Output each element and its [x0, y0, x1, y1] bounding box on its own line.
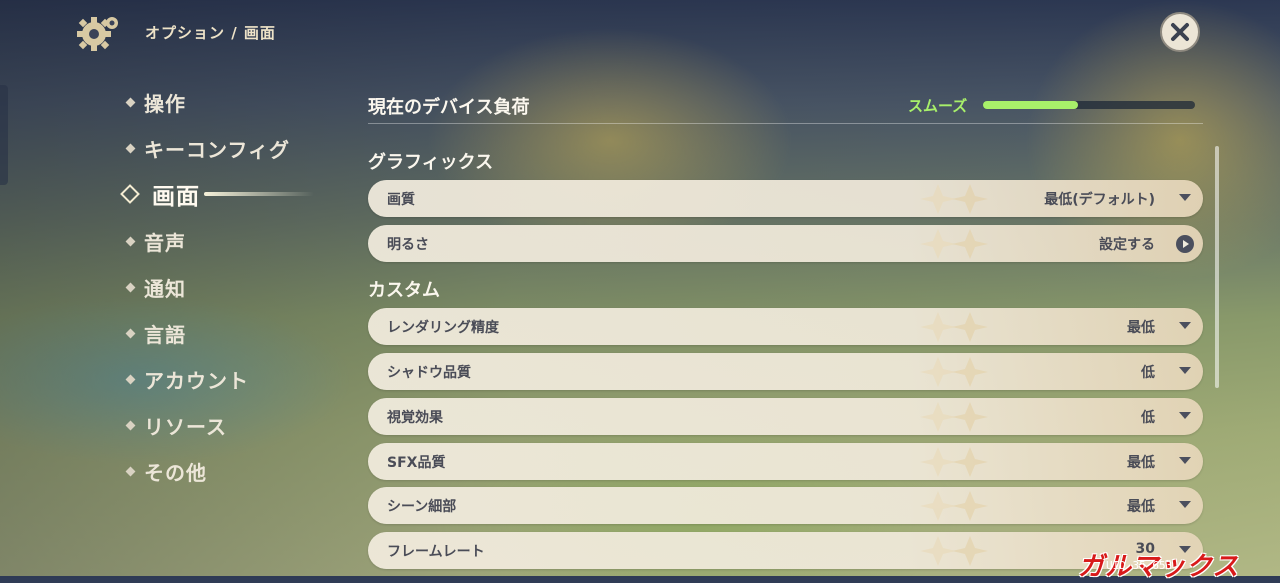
close-icon	[1171, 23, 1189, 41]
setting-label: 視覚効果	[387, 410, 443, 426]
setting-row-quality[interactable]: 画質 最低(デフォルト)	[368, 180, 1203, 217]
sidebar-item-account[interactable]: アカウント	[120, 363, 249, 395]
sidebar-item-controls[interactable]: 操作	[120, 86, 186, 118]
setting-value: 最低	[1127, 320, 1155, 336]
diamond-selected-icon	[120, 184, 140, 204]
section-heading-custom: カスタム	[368, 280, 440, 301]
dropdown-caret-icon[interactable]	[1179, 457, 1191, 464]
setting-row-scene-detail[interactable]: シーン細部 最低	[368, 487, 1203, 524]
diamond-bullet-icon	[125, 236, 136, 246]
diamond-bullet-icon	[125, 374, 136, 384]
setting-label: SFX品質	[387, 455, 446, 471]
device-load-bar-fill	[983, 101, 1079, 109]
sidebar-item-label: アカウント	[144, 368, 249, 393]
setting-row-sfx-quality[interactable]: SFX品質 最低	[368, 443, 1203, 480]
top-bar: オプション / 画面	[0, 0, 1280, 64]
sidebar-item-audio[interactable]: 音声	[120, 225, 186, 257]
dropdown-caret-icon[interactable]	[1179, 194, 1191, 201]
setting-row-brightness[interactable]: 明るさ 設定する	[368, 225, 1203, 262]
diamond-bullet-icon	[125, 143, 136, 153]
left-edge-tab[interactable]	[0, 85, 8, 185]
setting-label: レンダリング精度	[387, 320, 499, 336]
device-load-bar	[983, 101, 1195, 109]
sidebar-item-label: 操作	[144, 91, 186, 116]
setting-label: シャドウ品質	[387, 365, 471, 381]
diamond-bullet-icon	[125, 282, 136, 292]
setting-label: 画質	[387, 192, 415, 208]
setting-value: 低	[1141, 365, 1155, 381]
sidebar-item-resources[interactable]: リソース	[120, 409, 227, 441]
diamond-bullet-icon	[125, 420, 136, 430]
close-button[interactable]	[1160, 12, 1200, 52]
sidebar-item-language[interactable]: 言語	[120, 317, 186, 349]
setting-label: 明るさ	[387, 237, 429, 253]
device-load-row: 現在のデバイス負荷 スムーズ	[368, 86, 1203, 124]
sidebar-item-label: 言語	[144, 322, 186, 347]
setting-label: シーン細部	[387, 499, 457, 515]
device-load-status: スムーズ	[908, 97, 968, 115]
section-heading-graphics: グラフィックス	[368, 152, 494, 173]
setting-value: 最低(デフォルト)	[1044, 192, 1155, 208]
scrollbar[interactable]	[1215, 146, 1219, 388]
sidebar-item-display[interactable]: 画面	[120, 178, 314, 210]
diamond-bullet-icon	[125, 466, 136, 476]
sidebar-item-notifications[interactable]: 通知	[120, 271, 186, 303]
sidebar-item-label: 音声	[144, 230, 186, 255]
dropdown-caret-icon[interactable]	[1179, 322, 1191, 329]
setting-value: 最低	[1127, 499, 1155, 515]
sidebar-item-label: リソース	[144, 414, 227, 439]
uid-text: UID 35 653	[1106, 559, 1173, 572]
gear-icon	[77, 17, 118, 51]
diamond-bullet-icon	[125, 328, 136, 338]
setting-label: フレームレート	[387, 544, 485, 560]
sidebar-item-label: 画面	[152, 184, 200, 210]
sidebar-item-label: 通知	[144, 276, 186, 301]
setting-row-shadow-quality[interactable]: シャドウ品質 低	[368, 353, 1203, 390]
sidebar-item-label: キーコンフィグ	[144, 137, 290, 162]
setting-value: 最低	[1127, 455, 1155, 471]
breadcrumb: オプション / 画面	[145, 24, 276, 42]
dropdown-caret-icon[interactable]	[1179, 412, 1191, 419]
device-load-title: 現在のデバイス負荷	[368, 97, 530, 118]
setting-value: 設定する	[1099, 237, 1155, 253]
play-arrow-icon[interactable]	[1176, 235, 1194, 253]
diamond-bullet-icon	[125, 97, 136, 107]
dropdown-caret-icon[interactable]	[1179, 367, 1191, 374]
setting-value: 低	[1141, 410, 1155, 426]
sidebar-item-label: その他	[144, 460, 207, 485]
active-indicator-trail	[204, 192, 314, 196]
sidebar-item-other[interactable]: その他	[120, 455, 207, 487]
sidebar-item-keyconfig[interactable]: キーコンフィグ	[120, 132, 290, 164]
setting-row-visual-effects[interactable]: 視覚効果 低	[368, 398, 1203, 435]
setting-row-render-resolution[interactable]: レンダリング精度 最低	[368, 308, 1203, 345]
dropdown-caret-icon[interactable]	[1179, 501, 1191, 508]
divider	[368, 123, 1203, 124]
